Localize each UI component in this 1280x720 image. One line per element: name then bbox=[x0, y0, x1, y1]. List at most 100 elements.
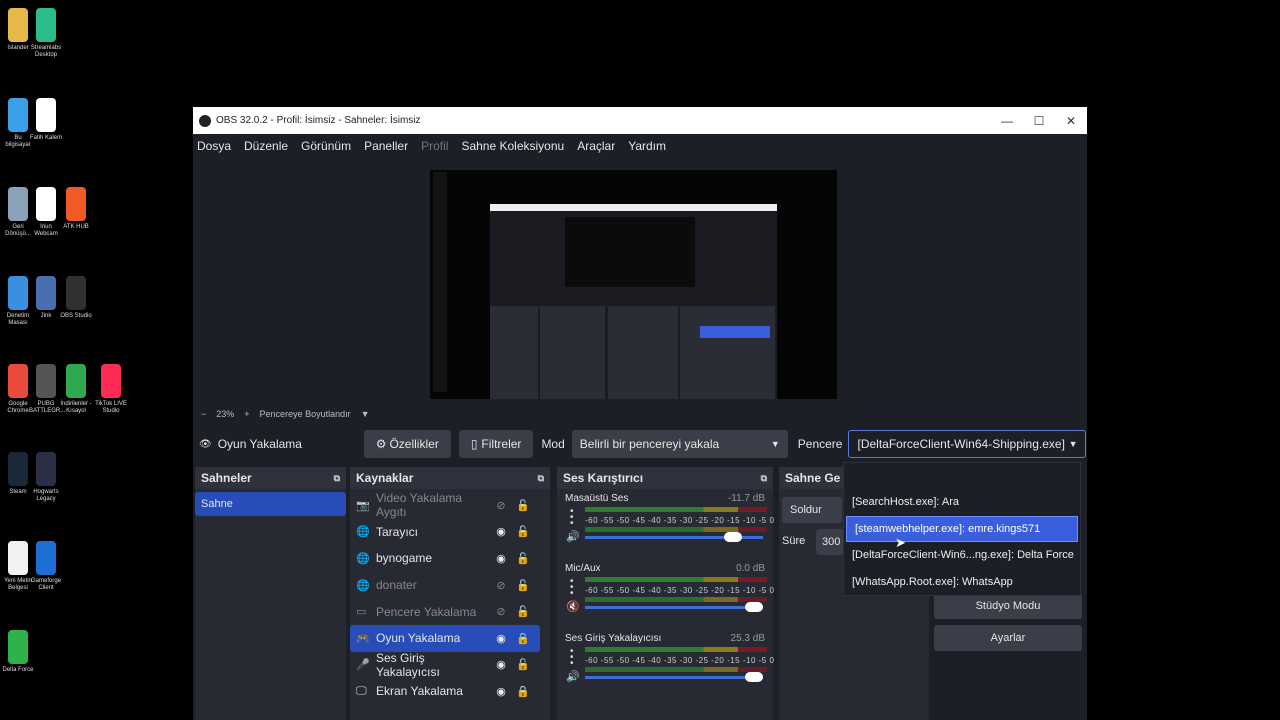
desktop-icon[interactable]: Bu bilgisayar bbox=[4, 98, 32, 149]
preview-canvas[interactable] bbox=[430, 170, 837, 399]
filters-button[interactable]: ▯ Filtreler bbox=[458, 430, 534, 458]
desktop-icon[interactable]: PUBG BATTLEGR... bbox=[29, 364, 65, 415]
zoom-in-button[interactable]: + bbox=[244, 409, 249, 419]
desktop-icon[interactable]: Fatih Kalem bbox=[30, 98, 62, 142]
settings-button[interactable]: Ayarlar bbox=[934, 625, 1082, 651]
studio-mode-button[interactable]: Stüdyo Modu bbox=[934, 593, 1082, 619]
chevron-down-icon[interactable]: ▼ bbox=[361, 409, 370, 419]
minimize-button[interactable]: — bbox=[991, 114, 1023, 128]
unlock-icon[interactable]: 🔓 bbox=[512, 605, 534, 618]
menu-edit[interactable]: Düzenle bbox=[244, 139, 288, 153]
transition-select[interactable]: Soldur bbox=[782, 497, 842, 523]
window-option[interactable]: [WhatsApp.Root.exe]: WhatsApp bbox=[844, 569, 1080, 596]
game-capture-icon: 👁 bbox=[199, 438, 212, 450]
source-item[interactable]: 🎤 Ses Giriş Yakalayıcısı ◉ 🔓 bbox=[350, 651, 540, 679]
menu-profile[interactable]: Profil bbox=[421, 139, 448, 153]
lock-icon[interactable]: 🔒 bbox=[512, 685, 534, 698]
desktop-icon[interactable]: Streamlabs Desktop bbox=[31, 8, 61, 59]
desktop-icon[interactable]: Islander bbox=[4, 8, 32, 52]
source-name: Video Yakalama Aygıtı bbox=[376, 491, 463, 520]
channel-menu-icon[interactable]: • • • bbox=[570, 507, 574, 529]
eye-icon[interactable]: ◉ bbox=[490, 632, 512, 645]
menu-view[interactable]: Görünüm bbox=[301, 139, 351, 153]
eye-icon[interactable]: ◉ bbox=[490, 525, 512, 538]
speaker-muted-icon[interactable]: 🔇 bbox=[566, 600, 580, 613]
channel-menu-icon[interactable]: • • • bbox=[570, 577, 574, 599]
unlock-icon[interactable]: 🔓 bbox=[512, 525, 534, 538]
desktop-icon[interactable]: Steam bbox=[4, 452, 32, 496]
volume-slider-handle[interactable] bbox=[745, 602, 763, 612]
eye-off-icon[interactable]: ⊘ bbox=[490, 499, 512, 512]
channel-name: Ses Giriş Yakalayıcısı bbox=[565, 633, 662, 644]
source-type-icon: 📷 bbox=[356, 499, 370, 512]
source-item[interactable]: 🌐 Tarayıcı ◉ 🔓 bbox=[350, 519, 540, 546]
window-option[interactable]: [DeltaForceClient-Win6...ng.exe]: Delta … bbox=[844, 542, 1080, 569]
source-type-icon: 🎮 bbox=[356, 632, 370, 645]
desktop-icon[interactable]: Hogwarts Legacy bbox=[32, 452, 60, 503]
obs-app-icon bbox=[199, 114, 211, 127]
zoom-bar: − 23% + Pencereye Boyutlandır ▼ bbox=[193, 406, 1087, 421]
menu-docks[interactable]: Paneller bbox=[364, 139, 408, 153]
unlock-icon[interactable]: 🔓 bbox=[512, 658, 534, 671]
window-option[interactable]: [steamwebhelper.exe]: emre.kings571 bbox=[846, 515, 1078, 542]
undock-icon[interactable]: ⧉ bbox=[761, 473, 767, 484]
desktop-icon[interactable]: Delta Force bbox=[2, 630, 34, 674]
title-bar: OBS 32.0.2 - Profil: İsimsiz - Sahneler:… bbox=[193, 107, 1087, 134]
desktop-icon[interactable]: Jink bbox=[32, 276, 60, 320]
window-select[interactable]: [DeltaForceClient-Win64-Shipping.exe]: D… bbox=[848, 430, 1087, 458]
unlock-icon[interactable]: 🔓 bbox=[512, 499, 534, 512]
volume-slider[interactable] bbox=[585, 672, 763, 682]
source-item[interactable]: 🌐 bynogame ◉ 🔓 bbox=[350, 545, 540, 572]
eye-icon[interactable]: ◉ bbox=[490, 658, 512, 671]
desktop-icon[interactable]: Iriun Webcam bbox=[32, 187, 60, 238]
desktop-icon[interactable]: OBS Studio bbox=[60, 276, 92, 320]
volume-slider-handle[interactable] bbox=[745, 672, 763, 682]
volume-slider[interactable] bbox=[585, 532, 763, 542]
scene-item[interactable]: Sahne bbox=[195, 492, 346, 516]
speaker-icon[interactable]: 🔊 bbox=[566, 530, 580, 543]
preview-area[interactable] bbox=[193, 158, 1087, 406]
desktop-icon-label: İndirilenler - Kısayol bbox=[60, 401, 92, 414]
eye-icon[interactable]: ◉ bbox=[490, 552, 512, 565]
unlock-icon[interactable]: 🔓 bbox=[512, 579, 534, 592]
volume-slider-handle[interactable] bbox=[723, 532, 742, 542]
desktop-icon[interactable]: Denetim Masası bbox=[4, 276, 32, 327]
source-item[interactable]: 🎮 Oyun Yakalama ◉ 🔒 bbox=[350, 624, 540, 652]
speaker-icon[interactable]: 🔊 bbox=[566, 670, 580, 683]
close-button[interactable]: ✕ bbox=[1055, 114, 1087, 128]
menu-scene-collection[interactable]: Sahne Koleksiyonu bbox=[461, 139, 564, 153]
eye-icon[interactable]: ◉ bbox=[490, 685, 512, 698]
source-item[interactable]: 📷 Video Yakalama Aygıtı ⊘ 🔓 bbox=[350, 491, 540, 520]
desktop-icon[interactable]: Gameforge Client bbox=[31, 541, 61, 592]
source-item[interactable]: 🖵 Ekran Yakalama ◉ 🔒 bbox=[350, 678, 540, 705]
menu-help[interactable]: Yardım bbox=[628, 139, 666, 153]
volume-slider[interactable] bbox=[585, 602, 763, 612]
unlock-icon[interactable]: 🔓 bbox=[512, 552, 534, 565]
window-option[interactable]: [SearchHost.exe]: Ara bbox=[844, 489, 1080, 516]
desktop-icon[interactable]: Yeni Metin Belgesi bbox=[4, 541, 32, 592]
desktop-icon[interactable]: Geri Dönüşü... bbox=[4, 187, 32, 238]
eye-off-icon[interactable]: ⊘ bbox=[490, 605, 512, 618]
lock-icon[interactable]: 🔒 bbox=[512, 632, 534, 645]
source-property-bar: 👁 Oyun Yakalama ⚙ Özellikler ▯ Filtreler… bbox=[193, 421, 1087, 467]
app-icon bbox=[36, 452, 56, 486]
desktop-icon[interactable]: İndirilenler - Kısayol bbox=[60, 364, 92, 415]
source-item[interactable]: 🌐 donater ⊘ 🔓 bbox=[350, 572, 540, 599]
menu-file[interactable]: Dosya bbox=[197, 139, 231, 153]
desktop-icon[interactable]: Google Chrome bbox=[4, 364, 32, 415]
maximize-button[interactable]: ☐ bbox=[1023, 114, 1055, 128]
desktop-icon[interactable]: ATK HUB bbox=[62, 187, 90, 231]
desktop-icon[interactable]: TikTok LIVE Studio bbox=[95, 364, 127, 415]
eye-off-icon[interactable]: ⊘ bbox=[490, 579, 512, 592]
properties-button[interactable]: ⚙ Özellikler bbox=[363, 430, 451, 458]
source-item[interactable]: ▭ Pencere Yakalama ⊘ 🔓 bbox=[350, 598, 540, 625]
mode-select[interactable]: Belirli bir pencereyi yakala ▼ bbox=[571, 430, 788, 458]
app-icon bbox=[36, 364, 56, 398]
undock-icon[interactable]: ⧉ bbox=[538, 473, 544, 484]
channel-menu-icon[interactable]: • • • bbox=[570, 647, 574, 669]
zoom-out-button[interactable]: − bbox=[201, 409, 206, 419]
menu-tools[interactable]: Araçlar bbox=[577, 139, 615, 153]
scenes-dock-header: Sahneler ⧉ bbox=[195, 467, 346, 489]
sources-list: 📷 Video Yakalama Aygıtı ⊘ 🔓 🌐 Tarayıcı ◉ 🔓 🌐 byno… bbox=[350, 489, 540, 705]
undock-icon[interactable]: ⧉ bbox=[334, 473, 340, 484]
